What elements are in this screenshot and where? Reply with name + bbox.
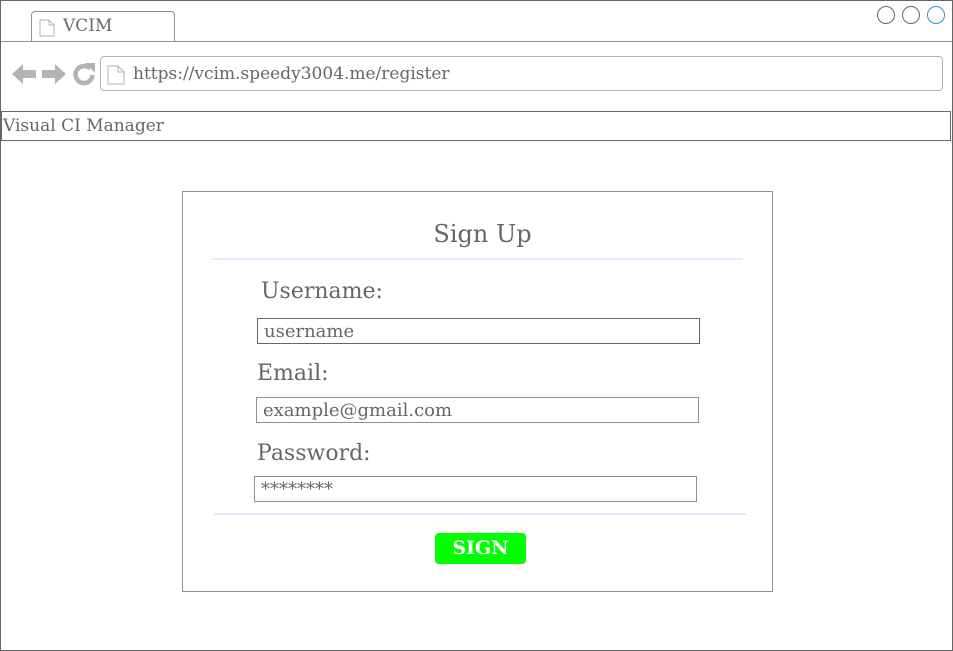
password-label: Password: (257, 441, 371, 466)
window-button-1[interactable] (877, 6, 895, 24)
password-field[interactable] (254, 476, 697, 502)
username-label: Username: (261, 279, 383, 304)
form-title: Sign Up (433, 220, 532, 248)
tab-title: VCIM (63, 16, 113, 36)
window-button-2[interactable] (902, 6, 920, 24)
address-bar[interactable]: https://vcim.speedy3004.me/register (100, 56, 943, 91)
forward-arrow-icon[interactable] (41, 61, 67, 87)
tab-bar-divider (1, 41, 952, 42)
page-icon (39, 19, 55, 37)
app-header: Visual CI Manager (1, 111, 951, 141)
page-icon (107, 65, 125, 85)
email-label: Email: (257, 361, 329, 386)
reload-icon[interactable] (71, 61, 97, 87)
form-bottom-divider (214, 513, 746, 515)
username-field[interactable] (257, 318, 700, 344)
form-title-divider (212, 258, 743, 260)
back-arrow-icon[interactable] (11, 61, 37, 87)
signup-form: Sign Up Username: Email: Password: SIGN … (182, 191, 773, 592)
app-title: Visual CI Manager (3, 116, 164, 136)
url-text: https://vcim.speedy3004.me/register (133, 64, 450, 84)
window-button-3[interactable] (927, 6, 945, 24)
sign-up-button[interactable]: SIGN UP (435, 533, 526, 590)
browser-window: VCIM https://vcim.speedy3004.me/register… (0, 0, 953, 651)
browser-tab[interactable]: VCIM (31, 11, 175, 42)
email-field[interactable] (256, 397, 699, 423)
